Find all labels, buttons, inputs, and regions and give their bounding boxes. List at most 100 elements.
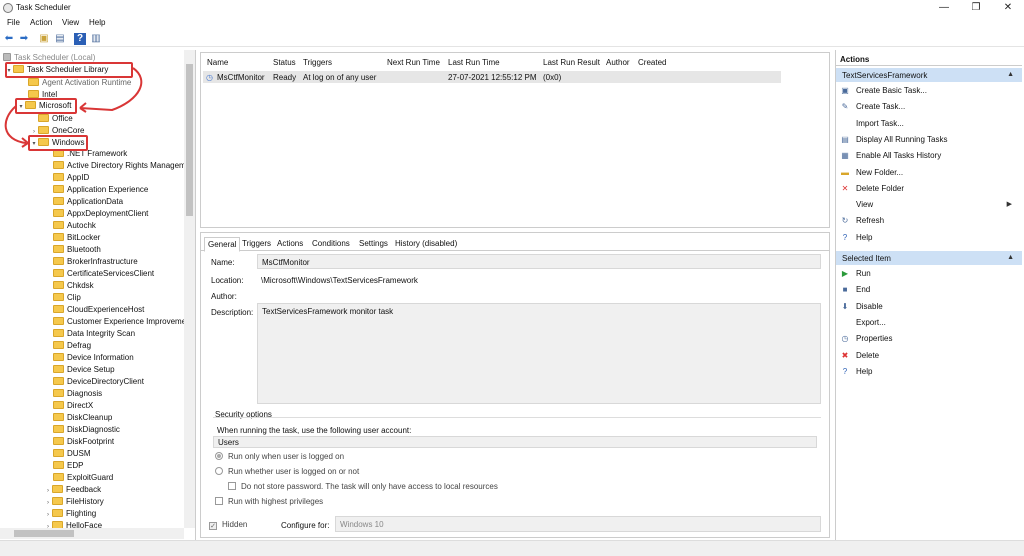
checkbox[interactable] (215, 497, 223, 505)
tree-horizontal-scrollbar[interactable] (0, 528, 184, 539)
tree-subfolder-item[interactable]: DirectX (53, 400, 93, 412)
selected-action-properties[interactable]: ◷ Properties (840, 332, 1020, 346)
tree-subfolder-item[interactable]: Customer Experience Improvemer (53, 316, 189, 328)
tree-subfolder-item[interactable]: › Flighting (44, 508, 96, 520)
selected-action-run[interactable]: ▶ Run (840, 267, 1020, 281)
maximize-button[interactable]: ❐ (966, 1, 986, 15)
folder-up-icon[interactable]: ▣ (38, 33, 50, 45)
column-name[interactable]: Name (207, 58, 228, 67)
action-create-basic-task[interactable]: ▣ Create Basic Task... (840, 84, 1020, 98)
radio-logged-on[interactable]: Run only when user is logged on (215, 452, 344, 461)
column-triggers[interactable]: Triggers (303, 58, 332, 67)
back-arrow-icon[interactable]: ⬅ (3, 33, 15, 45)
tree-subfolder-item[interactable]: EDP (53, 460, 83, 472)
author-label: Author: (211, 292, 237, 301)
tab-settings[interactable]: Settings (359, 239, 388, 248)
tree-subfolder-item[interactable]: DiskCleanup (53, 412, 112, 424)
checkbox-hidden[interactable]: ✓ Hidden (209, 520, 247, 530)
column-last-run[interactable]: Last Run Time (448, 58, 500, 67)
tree-subfolder-item[interactable]: DeviceDirectoryClient (53, 376, 144, 388)
tab-triggers[interactable]: Triggers (242, 239, 271, 248)
tree-subfolder-item[interactable]: ApplicationData (53, 196, 123, 208)
scroll-thumb[interactable] (186, 64, 193, 216)
tree-subfolder-item[interactable]: BitLocker (53, 232, 100, 244)
checkbox[interactable] (228, 482, 236, 490)
selected-action-export[interactable]: Export... (840, 316, 1020, 330)
help-icon[interactable]: ? (74, 33, 86, 45)
action-create-task[interactable]: ✎ Create Task... (840, 100, 1020, 114)
table-row[interactable]: ◷ MsCtfMonitor Ready At log on of any us… (203, 71, 781, 83)
scroll-thumb[interactable] (14, 530, 74, 537)
tree-subfolder-item[interactable]: Chkdsk (53, 280, 94, 292)
tree-subfolder-item[interactable]: DUSM (53, 448, 91, 460)
checkbox[interactable]: ✓ (209, 522, 217, 530)
checkbox-highest-privileges[interactable]: Run with highest privileges (215, 497, 323, 506)
actions-section-selected-item[interactable]: Selected Item ▲ (836, 251, 1022, 265)
console-tree-icon[interactable]: ▥ (90, 33, 102, 45)
tree-subfolder-item[interactable]: CertificateServicesClient (53, 268, 154, 280)
tree-subfolder-item[interactable]: DiskDiagnostic (53, 424, 120, 436)
tree-subfolder-item[interactable]: BrokerInfrastructure (53, 256, 138, 268)
tree-subfolder-item[interactable]: Data Integrity Scan (53, 328, 135, 340)
selected-action-end[interactable]: ■ End (840, 283, 1020, 297)
selected-action-delete[interactable]: ✖ Delete (840, 349, 1020, 363)
forward-arrow-icon[interactable]: ➡ (18, 33, 30, 45)
tree-subfolder-item[interactable]: Defrag (53, 340, 91, 352)
column-author[interactable]: Author (606, 58, 630, 67)
collapse-caret-icon[interactable]: ▲ (1007, 254, 1014, 261)
tree-subfolder-item[interactable]: Autochk (53, 220, 96, 232)
radio-button[interactable] (215, 467, 223, 475)
checkbox-no-store-password[interactable]: Do not store password. The task will onl… (228, 482, 498, 491)
column-next-run[interactable]: Next Run Time (387, 58, 440, 67)
menu-file[interactable]: File (7, 18, 20, 27)
tree-subfolder-item[interactable]: › Feedback (44, 484, 101, 496)
configure-for-select[interactable]: Windows 10 (335, 516, 821, 532)
close-button[interactable]: ✕ (998, 1, 1018, 15)
tree-subfolder-item[interactable]: ExploitGuard (53, 472, 113, 484)
selected-action-disable[interactable]: ⬇ Disable (840, 300, 1020, 314)
name-field[interactable]: MsCtfMonitor (257, 254, 821, 269)
action-view[interactable]: View ▶ (840, 198, 1020, 212)
menu-view[interactable]: View (62, 18, 79, 27)
action-enable-all-tasks-history[interactable]: ▦ Enable All Tasks History (840, 149, 1020, 163)
tree-subfolder-item[interactable]: DiskFootprint (53, 436, 114, 448)
tree-subfolder-item[interactable]: CloudExperienceHost (53, 304, 144, 316)
column-status[interactable]: Status (273, 58, 296, 67)
action-delete-folder[interactable]: ✕ Delete Folder (840, 182, 1020, 196)
action-display-all-running-tasks[interactable]: ▤ Display All Running Tasks (840, 133, 1020, 147)
actions-section-textservicesframework[interactable]: TextServicesFramework ▲ (836, 68, 1022, 82)
tab-general[interactable]: General (204, 237, 241, 252)
description-field[interactable]: TextServicesFramework monitor task (257, 303, 821, 404)
tree-subfolder-item[interactable]: Application Experience (53, 184, 148, 196)
tree-subfolder-item[interactable]: › FileHistory (44, 496, 104, 508)
column-created[interactable]: Created (638, 58, 666, 67)
tree-subfolder-item[interactable]: AppID (53, 172, 89, 184)
menu-action[interactable]: Action (30, 18, 52, 27)
tree-subfolder-item[interactable]: Device Setup (53, 364, 115, 376)
task-result: (0x0) (543, 73, 562, 82)
tab-actions[interactable]: Actions (277, 239, 303, 248)
tab-history[interactable]: History (disabled) (395, 239, 457, 248)
action-import-task[interactable]: Import Task... (840, 117, 1020, 131)
column-last-result[interactable]: Last Run Result (543, 58, 600, 67)
name-label: Name: (211, 258, 235, 267)
show-hide-tree-icon[interactable]: ▤ (54, 33, 66, 45)
action-help[interactable]: ? Help (840, 231, 1020, 245)
collapse-caret-icon[interactable]: ▲ (1007, 71, 1014, 78)
tree-subfolder-item[interactable]: Clip (53, 292, 81, 304)
action-icon: ✎ (841, 102, 849, 112)
tree-subfolder-item[interactable]: AppxDeploymentClient (53, 208, 148, 220)
action-label: View (856, 200, 874, 210)
action-new-folder[interactable]: ▬ New Folder... (840, 166, 1020, 180)
minimize-button[interactable]: — (934, 1, 954, 15)
radio-button[interactable] (215, 452, 223, 460)
action-refresh[interactable]: ↻ Refresh (840, 214, 1020, 228)
selected-action-help[interactable]: ? Help (840, 365, 1020, 379)
tab-conditions[interactable]: Conditions (312, 239, 350, 248)
tree-subfolder-item[interactable]: Device Information (53, 352, 134, 364)
tree-vertical-scrollbar[interactable] (184, 50, 195, 528)
tree-subfolder-item[interactable]: Bluetooth (53, 244, 101, 256)
radio-whether-logged-on[interactable]: Run whether user is logged on or not (215, 467, 359, 476)
tree-subfolder-item[interactable]: Diagnosis (53, 388, 102, 400)
menu-help[interactable]: Help (89, 18, 105, 27)
